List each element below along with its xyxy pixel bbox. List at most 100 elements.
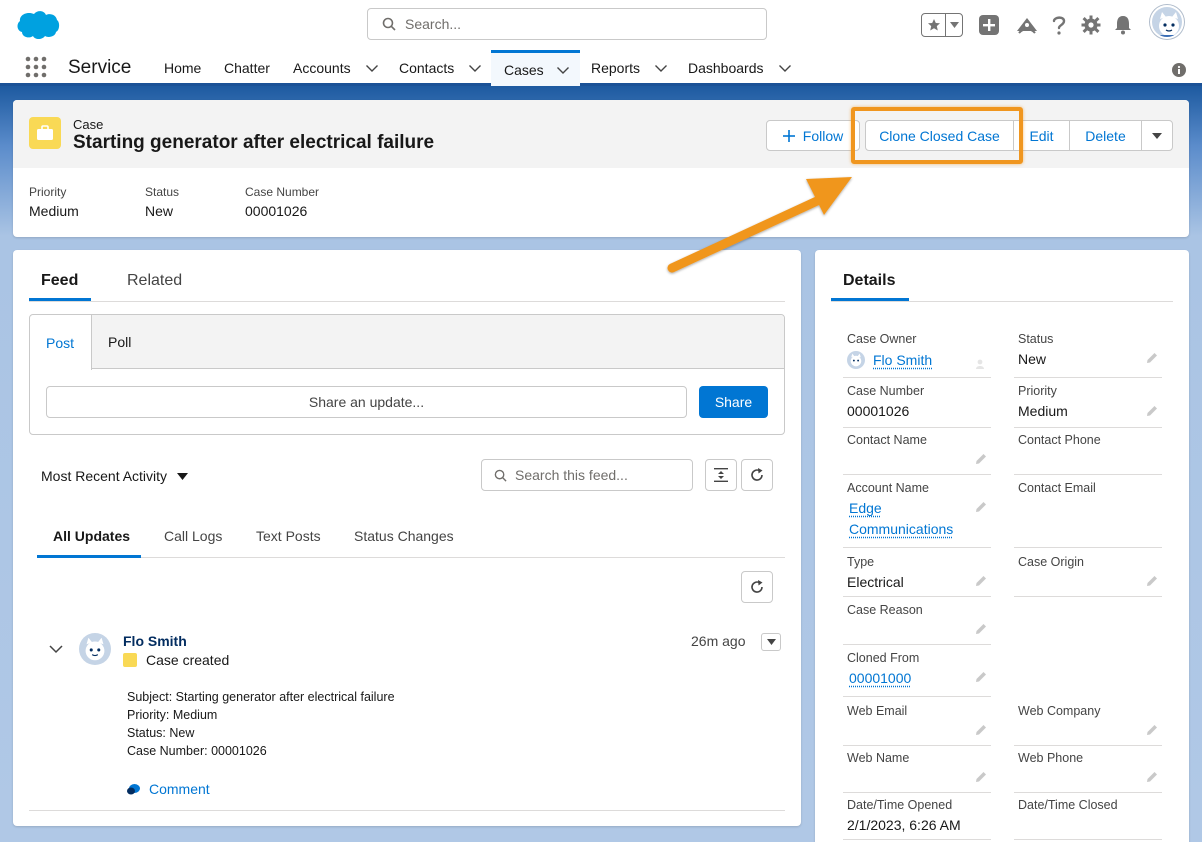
author-avatar[interactable] bbox=[79, 633, 111, 665]
chevron-down-icon[interactable] bbox=[654, 61, 668, 75]
tab-post[interactable]: Post bbox=[30, 315, 92, 370]
pencil-icon[interactable] bbox=[975, 623, 987, 635]
body-line-label: Subject: bbox=[127, 690, 172, 704]
chevron-down-icon[interactable] bbox=[556, 63, 570, 77]
search-icon bbox=[494, 469, 515, 482]
favorites-dropdown-icon[interactable] bbox=[946, 14, 962, 36]
delete-button[interactable]: Delete bbox=[1070, 121, 1142, 150]
pencil-icon[interactable] bbox=[975, 575, 987, 587]
field-label: Account Name bbox=[847, 481, 991, 495]
change-owner-icon[interactable] bbox=[975, 358, 987, 370]
chevron-down-icon[interactable] bbox=[365, 61, 379, 75]
case-icon bbox=[29, 117, 61, 149]
author-name-link[interactable]: Flo Smith bbox=[123, 633, 187, 649]
nav-item-cases[interactable]: Cases bbox=[491, 50, 580, 86]
field-type: Type Electrical bbox=[843, 555, 991, 597]
pencil-icon[interactable] bbox=[1146, 575, 1158, 587]
divider bbox=[29, 810, 785, 811]
add-icon[interactable] bbox=[977, 13, 1001, 37]
nav-item-contacts[interactable]: Contacts bbox=[399, 50, 482, 86]
favorites-button-group[interactable] bbox=[921, 13, 963, 37]
app-launcher-icon[interactable] bbox=[25, 56, 47, 78]
comment-button[interactable]: Comment bbox=[127, 781, 210, 797]
refresh-feed-button[interactable] bbox=[741, 459, 773, 491]
setup-gear-icon[interactable] bbox=[1079, 13, 1103, 37]
pencil-icon[interactable] bbox=[1146, 352, 1158, 364]
trailhead-icon[interactable] bbox=[1015, 13, 1039, 37]
body-line-value: Medium bbox=[173, 708, 217, 722]
feed-item-menu-button[interactable] bbox=[761, 633, 781, 651]
feed-item-timestamp[interactable]: 26m ago bbox=[691, 633, 745, 649]
feed-search-input[interactable]: Search this feed... bbox=[481, 459, 693, 491]
sort-label: Most Recent Activity bbox=[41, 468, 167, 484]
body-line-label: Status: bbox=[127, 726, 166, 740]
tab-call-logs[interactable]: Call Logs bbox=[164, 528, 222, 544]
pencil-icon[interactable] bbox=[975, 671, 987, 683]
account-name-link[interactable]: Edge bbox=[849, 498, 991, 519]
feed-sort-dropdown[interactable]: Most Recent Activity bbox=[41, 468, 188, 484]
pencil-icon[interactable] bbox=[975, 771, 987, 783]
field-value: 00001000 bbox=[847, 670, 991, 686]
pencil-icon[interactable] bbox=[975, 501, 987, 513]
cloned-from-link[interactable]: 00001000 bbox=[849, 670, 911, 686]
tab-related[interactable]: Related bbox=[127, 272, 182, 290]
info-icon[interactable] bbox=[1172, 63, 1186, 77]
highlight-label: Priority bbox=[29, 185, 79, 199]
case-icon bbox=[123, 653, 137, 667]
feed-item-body: Subject: Starting generator after electr… bbox=[127, 688, 395, 760]
tab-details[interactable]: Details bbox=[843, 272, 895, 290]
field-contact-name: Contact Name bbox=[843, 433, 991, 475]
nav-item-chatter[interactable]: Chatter bbox=[224, 50, 270, 86]
body-line-label: Case Number: bbox=[127, 744, 208, 758]
help-icon[interactable] bbox=[1047, 13, 1071, 37]
feed-filter-tabs: All Updates Call Logs Text Posts Status … bbox=[37, 512, 785, 558]
chevron-down-icon[interactable] bbox=[778, 61, 792, 75]
highlight-label: Status bbox=[145, 185, 179, 199]
pencil-icon[interactable] bbox=[975, 453, 987, 465]
pencil-icon[interactable] bbox=[1146, 771, 1158, 783]
nav-item-label: Home bbox=[164, 60, 201, 76]
nav-item-accounts[interactable]: Accounts bbox=[293, 50, 379, 86]
record-highlights-panel: Case Starting generator after electrical… bbox=[13, 100, 1189, 237]
tab-poll[interactable]: Poll bbox=[108, 315, 131, 369]
star-icon[interactable] bbox=[922, 14, 946, 36]
nav-item-label: Cases bbox=[504, 62, 544, 78]
case-owner-link[interactable]: Flo Smith bbox=[873, 352, 932, 368]
chevron-down-icon[interactable] bbox=[49, 644, 63, 654]
highlight-status: Status New bbox=[145, 185, 179, 219]
tab-all-updates[interactable]: All Updates bbox=[53, 528, 130, 544]
pencil-icon[interactable] bbox=[1146, 724, 1158, 736]
tab-status-changes[interactable]: Status Changes bbox=[354, 528, 454, 544]
tab-text-posts[interactable]: Text Posts bbox=[256, 528, 321, 544]
collapse-all-button[interactable] bbox=[705, 459, 737, 491]
field-account-name: Account Name Edge Communications bbox=[843, 481, 991, 548]
details-tabset: Details bbox=[831, 250, 1173, 302]
nav-item-reports[interactable]: Reports bbox=[591, 50, 668, 86]
highlight-label: Case Number bbox=[245, 185, 319, 199]
global-search-input[interactable]: Search... bbox=[367, 8, 767, 40]
share-update-input[interactable]: Share an update... bbox=[46, 386, 687, 418]
more-actions-button[interactable] bbox=[1142, 121, 1172, 150]
nav-item-dashboards[interactable]: Dashboards bbox=[688, 50, 792, 86]
field-priority: Priority Medium bbox=[1014, 384, 1162, 428]
refresh-icon bbox=[750, 468, 764, 482]
field-label: Web Phone bbox=[1018, 751, 1162, 765]
chevron-down-icon[interactable] bbox=[468, 61, 482, 75]
body-line-value: 00001026 bbox=[211, 744, 267, 758]
follow-button[interactable]: Follow bbox=[766, 120, 860, 151]
caret-down-icon bbox=[177, 473, 188, 480]
salesforce-logo-icon[interactable] bbox=[16, 10, 60, 40]
share-button[interactable]: Share bbox=[699, 386, 768, 418]
nav-item-home[interactable]: Home bbox=[164, 50, 201, 86]
account-name-link-cont[interactable]: Communications bbox=[849, 519, 991, 540]
notifications-bell-icon[interactable] bbox=[1111, 13, 1135, 37]
pencil-icon[interactable] bbox=[1146, 405, 1158, 417]
pencil-icon[interactable] bbox=[975, 724, 987, 736]
comment-label: Comment bbox=[149, 781, 210, 797]
field-value: New bbox=[1018, 351, 1162, 367]
nav-item-label: Reports bbox=[591, 60, 640, 76]
user-avatar[interactable] bbox=[1150, 5, 1184, 39]
body-line: Priority: Medium bbox=[127, 706, 395, 724]
tab-feed[interactable]: Feed bbox=[41, 272, 78, 290]
refresh-updates-button[interactable] bbox=[741, 571, 773, 603]
